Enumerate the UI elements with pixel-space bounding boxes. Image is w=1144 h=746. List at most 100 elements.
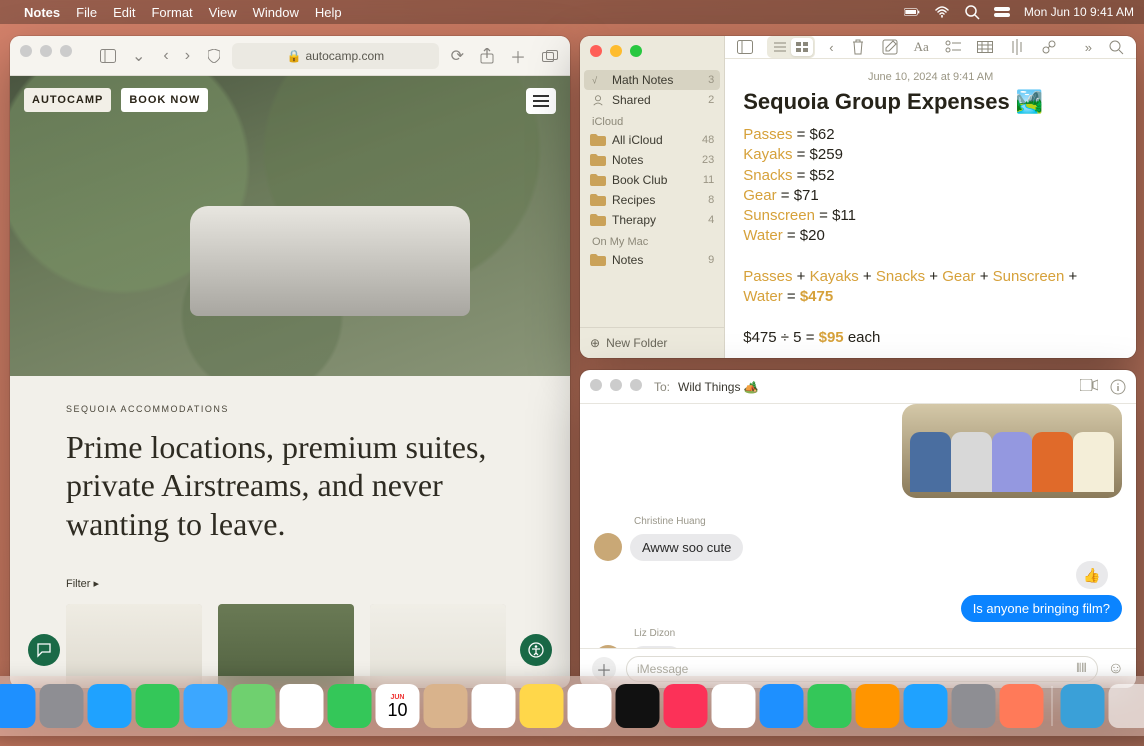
dock-app-appstore[interactable]: [904, 684, 948, 728]
address-bar[interactable]: 🔒autocamp.com: [232, 43, 439, 69]
clock[interactable]: Mon Jun 10 9:41 AM: [1024, 5, 1134, 19]
dock-app-pages[interactable]: [856, 684, 900, 728]
message-photo-attachment[interactable]: [902, 404, 1122, 498]
close-button[interactable]: [590, 45, 602, 57]
message-bubble[interactable]: Awww soo cute: [630, 534, 743, 561]
emoji-picker-icon[interactable]: ☺: [1108, 660, 1124, 678]
dock-app-finder[interactable]: [0, 684, 36, 728]
new-tab-icon[interactable]: ＋: [506, 44, 530, 68]
trash-icon[interactable]: [848, 37, 868, 57]
dock-app-freeform[interactable]: [568, 684, 612, 728]
dock-app-iphone-mirror[interactable]: [760, 684, 804, 728]
control-center-icon[interactable]: [994, 4, 1010, 20]
table-icon[interactable]: [975, 37, 995, 57]
folder-all-icloud[interactable]: All iCloud48: [580, 130, 724, 150]
dock-app-phone-widget[interactable]: [1000, 684, 1044, 728]
menu-view[interactable]: View: [209, 5, 237, 20]
app-menu[interactable]: Notes: [24, 5, 60, 20]
zoom-button[interactable]: [60, 45, 72, 57]
folder-math-notes[interactable]: √Math Notes3: [584, 70, 720, 90]
battery-icon[interactable]: [904, 4, 920, 20]
avatar[interactable]: [594, 645, 622, 648]
chat-fab[interactable]: [28, 634, 60, 666]
dock-app-facetime[interactable]: [328, 684, 372, 728]
book-now-button[interactable]: BOOK NOW: [121, 88, 208, 112]
dock-trash[interactable]: [1109, 684, 1144, 728]
info-icon[interactable]: [1110, 379, 1126, 395]
folder-section-icloud[interactable]: iCloud: [580, 110, 724, 130]
close-button[interactable]: [20, 45, 32, 57]
menu-window[interactable]: Window: [253, 5, 299, 20]
menu-help[interactable]: Help: [315, 5, 342, 20]
dock-app-photos[interactable]: [280, 684, 324, 728]
forward-button[interactable]: ›: [179, 45, 196, 67]
folder-notes[interactable]: Notes23: [580, 150, 724, 170]
view-segmented-control[interactable]: [767, 36, 815, 58]
shield-icon[interactable]: [204, 49, 224, 63]
facetime-video-icon[interactable]: [1080, 379, 1098, 395]
list-view-icon[interactable]: [769, 38, 791, 56]
folder-notes[interactable]: Notes9: [580, 250, 724, 270]
messages-thread[interactable]: Christine HuangAwww soo cute👍Is anyone b…: [580, 404, 1136, 648]
link-icon[interactable]: [1039, 37, 1059, 57]
dock-app-settings[interactable]: [952, 684, 996, 728]
dock-app-reminders[interactable]: [472, 684, 516, 728]
media-icon[interactable]: [1007, 37, 1027, 57]
audio-waveform-icon[interactable]: ⦀⦀: [1076, 661, 1087, 676]
new-note-icon[interactable]: [880, 37, 900, 57]
reload-icon[interactable]: ⟳: [447, 46, 468, 66]
filter-button[interactable]: Filter ▸: [66, 577, 514, 590]
back-icon[interactable]: ‹: [827, 38, 835, 57]
dock-app-contacts[interactable]: [424, 684, 468, 728]
menu-file[interactable]: File: [76, 5, 97, 20]
spotlight-icon[interactable]: [964, 4, 980, 20]
chevron-down-icon[interactable]: ⌄: [128, 46, 149, 66]
site-logo[interactable]: AUTOCAMP: [24, 88, 111, 112]
tabs-overview-icon[interactable]: [538, 50, 562, 62]
avatar[interactable]: [594, 533, 622, 561]
dock-app-tv[interactable]: [616, 684, 660, 728]
new-folder-button[interactable]: ⊕New Folder: [580, 327, 724, 358]
sidebar-toggle-icon[interactable]: [96, 49, 120, 63]
accessibility-fab[interactable]: [520, 634, 552, 666]
dock-app-calendar[interactable]: JUN10: [376, 684, 420, 728]
dock-app-news[interactable]: [712, 684, 756, 728]
dock-app-messages[interactable]: [136, 684, 180, 728]
menu-edit[interactable]: Edit: [113, 5, 135, 20]
folder-shared[interactable]: Shared2: [580, 90, 724, 110]
folder-section-on-my-mac[interactable]: On My Mac: [580, 230, 724, 250]
zoom-button[interactable]: [630, 379, 642, 391]
message-bubble[interactable]: I am!: [630, 646, 683, 648]
minimize-button[interactable]: [40, 45, 52, 57]
note-body[interactable]: June 10, 2024 at 9:41 AM Sequoia Group E…: [725, 59, 1136, 358]
sidebar-toggle-icon[interactable]: [735, 37, 755, 57]
wifi-icon[interactable]: [934, 4, 950, 20]
folder-recipes[interactable]: Recipes8: [580, 190, 724, 210]
share-icon[interactable]: [476, 48, 498, 64]
menu-format[interactable]: Format: [151, 5, 192, 20]
folder-therapy[interactable]: Therapy4: [580, 210, 724, 230]
checklist-icon[interactable]: [943, 37, 963, 57]
site-menu-button[interactable]: [526, 88, 556, 114]
tapback-reaction[interactable]: 👍: [1076, 561, 1108, 589]
back-button[interactable]: ‹: [157, 45, 174, 67]
dock-app-safari[interactable]: [88, 684, 132, 728]
minimize-button[interactable]: [610, 45, 622, 57]
dock-app-numbers[interactable]: [808, 684, 852, 728]
dock-app-music[interactable]: [664, 684, 708, 728]
close-button[interactable]: [590, 379, 602, 391]
grid-view-icon[interactable]: [791, 38, 813, 56]
dock-app-maps[interactable]: [232, 684, 276, 728]
dock-app-notes[interactable]: [520, 684, 564, 728]
search-icon[interactable]: [1106, 37, 1126, 57]
minimize-button[interactable]: [610, 379, 622, 391]
dock-app-launchpad[interactable]: [40, 684, 84, 728]
message-bubble[interactable]: Is anyone bringing film?: [961, 595, 1122, 622]
folder-book-club[interactable]: Book Club11: [580, 170, 724, 190]
dock-app-mail[interactable]: [184, 684, 228, 728]
zoom-button[interactable]: [630, 45, 642, 57]
dock-downloads[interactable]: [1061, 684, 1105, 728]
format-icon[interactable]: Aa: [912, 37, 931, 57]
thread-name[interactable]: Wild Things 🏕️: [678, 380, 759, 394]
more-icon[interactable]: »: [1083, 38, 1094, 57]
